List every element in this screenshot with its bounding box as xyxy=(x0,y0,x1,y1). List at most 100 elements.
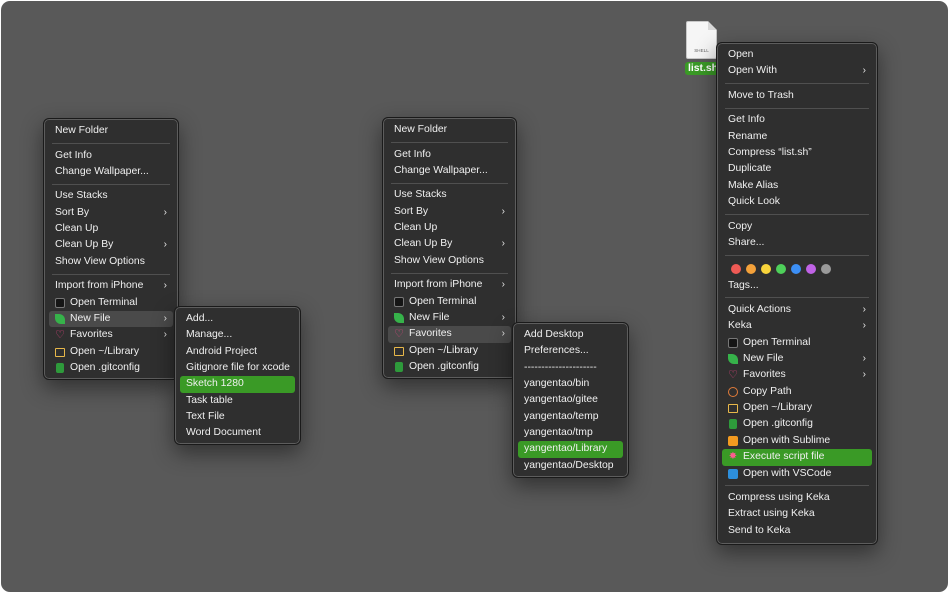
menu-item-sketch-1280[interactable]: Sketch 1280 xyxy=(180,376,295,393)
menu-separator xyxy=(725,485,869,487)
tag-gray-dot[interactable] xyxy=(821,263,831,274)
folder-icon xyxy=(728,404,738,414)
menu-item-copy-path[interactable]: Copy Path xyxy=(722,384,872,400)
menu-item-import-from-iphone[interactable]: Import from iPhone › xyxy=(388,277,511,293)
menu-item-get-info[interactable]: Get Info xyxy=(388,147,511,163)
menu-item-open-library[interactable]: Open ~/Library xyxy=(722,400,872,416)
menu-item-open-gitconfig[interactable]: Open .gitconfig xyxy=(49,360,173,376)
menu-item-new-file[interactable]: New File › xyxy=(49,311,173,328)
new-file-submenu: Add... Manage... Android Project Gitigno… xyxy=(174,306,301,445)
menu-item-favorite-temp[interactable]: yangentao/temp xyxy=(518,409,623,425)
menu-item-label: Open ~/Library xyxy=(743,402,813,414)
tag-yellow-dot[interactable] xyxy=(761,263,771,274)
tag-green-dot[interactable] xyxy=(776,263,786,274)
menu-item-compress-keka[interactable]: Compress using Keka xyxy=(722,490,872,506)
menu-item-open[interactable]: Open xyxy=(722,47,872,63)
menu-item-favorite-gitee[interactable]: yangentao/gitee xyxy=(518,392,623,408)
menu-item-open-with[interactable]: Open With › xyxy=(722,63,872,79)
menu-item-tags[interactable]: Tags... xyxy=(722,278,872,294)
menu-item-quick-look[interactable]: Quick Look xyxy=(722,194,872,210)
chevron-right-icon: › xyxy=(862,304,866,316)
menu-item-use-stacks[interactable]: Use Stacks xyxy=(49,188,173,204)
menu-item-label: New File xyxy=(409,312,450,323)
tag-orange-dot[interactable] xyxy=(746,263,756,274)
menu-item-favorite-desktop[interactable]: yangentao/Desktop xyxy=(518,458,623,474)
menu-item-preferences[interactable]: Preferences... xyxy=(518,343,623,359)
menu-item-label: Open Terminal xyxy=(743,336,811,348)
menu-item-word-document[interactable]: Word Document xyxy=(180,425,295,441)
menu-item-gitignore-xcode[interactable]: Gitignore file for xcode xyxy=(180,360,295,376)
menu-item-favorite-tmp[interactable]: yangentao/tmp xyxy=(518,425,623,441)
favorites-submenu: Add Desktop Preferences... -------------… xyxy=(512,322,629,478)
file-icon xyxy=(395,362,403,373)
menu-item-text-file[interactable]: Text File xyxy=(180,409,295,425)
menu-item-copy[interactable]: Copy xyxy=(722,219,872,235)
menu-item-label: New File xyxy=(70,313,111,324)
menu-item-get-info[interactable]: Get Info xyxy=(722,112,872,128)
menu-item-keka[interactable]: Keka › xyxy=(722,318,872,334)
chevron-right-icon: › xyxy=(501,328,505,340)
menu-item-manage[interactable]: Manage... xyxy=(180,327,295,343)
menu-item-make-alias[interactable]: Make Alias xyxy=(722,178,872,194)
desktop[interactable]: SHELL list.sh New Folder Get Info Change… xyxy=(1,1,948,592)
menu-item-label: Import from iPhone xyxy=(394,279,483,291)
menu-item-compress[interactable]: Compress “list.sh” xyxy=(722,145,872,161)
menu-item-favorites[interactable]: ♡ Favorites › xyxy=(388,326,511,343)
menu-item-sort-by[interactable]: Sort By › xyxy=(49,205,173,221)
menu-item-favorite-bin[interactable]: yangentao/bin xyxy=(518,376,623,392)
script-icon: ✸ xyxy=(728,451,738,463)
menu-item-new-file[interactable]: New File › xyxy=(722,351,872,367)
menu-item-execute-script[interactable]: ✸ Execute script file xyxy=(722,449,872,466)
tag-blue-dot[interactable] xyxy=(791,263,801,274)
menu-item-clean-up-by[interactable]: Clean Up By › xyxy=(49,237,173,253)
menu-item-open-vscode[interactable]: Open with VSCode xyxy=(722,466,872,482)
menu-item-new-folder[interactable]: New Folder xyxy=(49,123,173,139)
menu-item-change-wallpaper[interactable]: Change Wallpaper... xyxy=(49,164,173,180)
menu-item-use-stacks[interactable]: Use Stacks xyxy=(388,187,511,203)
document-icon: SHELL xyxy=(686,21,717,59)
menu-item-import-from-iphone[interactable]: Import from iPhone › xyxy=(49,278,173,294)
menu-item-quick-actions[interactable]: Quick Actions › xyxy=(722,302,872,318)
menu-item-favorite-library[interactable]: yangentao/Library xyxy=(518,441,623,458)
heart-icon: ♡ xyxy=(728,369,738,382)
menu-item-new-folder[interactable]: New Folder xyxy=(388,122,511,138)
menu-item-add[interactable]: Add... xyxy=(180,311,295,327)
menu-item-open-terminal[interactable]: Open Terminal xyxy=(49,295,173,311)
menu-item-send-to-keka[interactable]: Send to Keka xyxy=(722,523,872,539)
menu-item-open-terminal[interactable]: Open Terminal xyxy=(388,294,511,310)
menu-item-open-library[interactable]: Open ~/Library xyxy=(49,344,173,360)
menu-item-open-library[interactable]: Open ~/Library xyxy=(388,343,511,359)
menu-item-clean-up[interactable]: Clean Up xyxy=(49,221,173,237)
menu-item-favorites[interactable]: ♡ Favorites › xyxy=(722,367,872,383)
menu-item-extract-keka[interactable]: Extract using Keka xyxy=(722,506,872,522)
menu-item-task-table[interactable]: Task table xyxy=(180,393,295,409)
menu-item-share[interactable]: Share... xyxy=(722,235,872,251)
tag-purple-dot[interactable] xyxy=(806,263,816,274)
menu-item-open-gitconfig[interactable]: Open .gitconfig xyxy=(388,359,511,375)
leaf-icon xyxy=(728,354,738,365)
menu-item-clean-up-by[interactable]: Clean Up By › xyxy=(388,236,511,252)
menu-item-open-terminal[interactable]: Open Terminal xyxy=(722,335,872,351)
menu-item-android-project[interactable]: Android Project xyxy=(180,344,295,360)
menu-item-change-wallpaper[interactable]: Change Wallpaper... xyxy=(388,163,511,179)
menu-item-get-info[interactable]: Get Info xyxy=(49,148,173,164)
menu-item-duplicate[interactable]: Duplicate xyxy=(722,161,872,177)
menu-item-label: Execute script file xyxy=(743,451,825,463)
chevron-right-icon: › xyxy=(501,312,505,323)
menu-item-label: Open .gitconfig xyxy=(409,361,479,373)
menu-item-move-to-trash[interactable]: Move to Trash xyxy=(722,88,872,104)
menu-item-rename[interactable]: Rename xyxy=(722,129,872,145)
menu-item-open-gitconfig[interactable]: Open .gitconfig xyxy=(722,416,872,432)
menu-item-label: Import from iPhone xyxy=(55,280,144,292)
menu-item-show-view-options[interactable]: Show View Options xyxy=(388,253,511,269)
menu-item-show-view-options[interactable]: Show View Options xyxy=(49,254,173,270)
menu-item-add-desktop[interactable]: Add Desktop xyxy=(518,327,623,343)
menu-item-open-sublime[interactable]: Open with Sublime xyxy=(722,433,872,449)
menu-item-favorites[interactable]: ♡ Favorites › xyxy=(49,327,173,343)
menu-separator xyxy=(391,141,508,143)
tag-red-dot[interactable] xyxy=(731,263,741,274)
menu-item-new-file[interactable]: New File › xyxy=(388,310,511,326)
menu-item-sort-by[interactable]: Sort By › xyxy=(388,204,511,220)
menu-item-clean-up[interactable]: Clean Up xyxy=(388,220,511,236)
heart-icon: ♡ xyxy=(55,329,65,342)
